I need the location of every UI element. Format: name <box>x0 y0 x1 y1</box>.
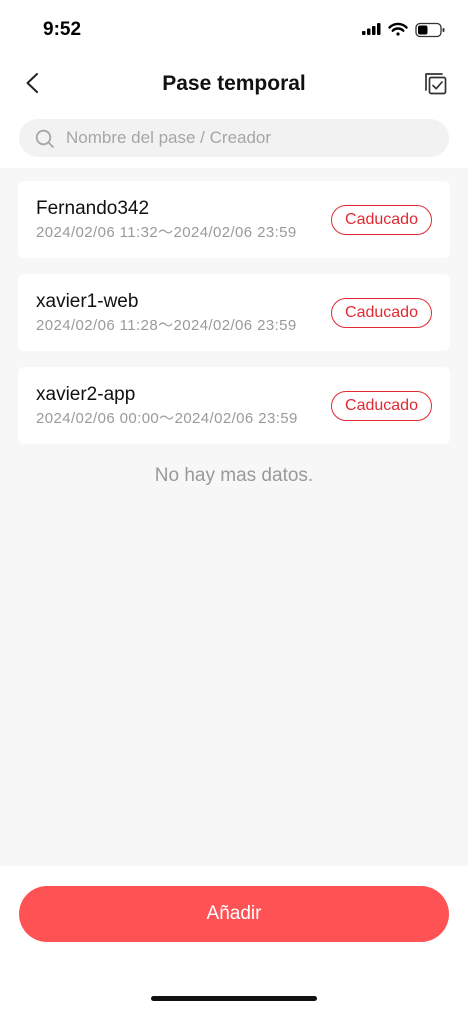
page-title: Pase temporal <box>162 72 306 95</box>
pass-card[interactable]: xavier2-app 2024/02/06 00:00～2024/02/06 … <box>18 367 450 444</box>
pass-name: xavier1-web <box>36 291 139 312</box>
pass-period: 2024/02/06 11:32～2024/02/06 23:59 <box>36 224 297 241</box>
pass-period: 2024/02/06 00:00～2024/02/06 23:59 <box>36 410 298 427</box>
home-indicator <box>151 996 317 1001</box>
status-time: 9:52 <box>43 19 82 40</box>
search-bar[interactable] <box>19 119 449 157</box>
search-input[interactable] <box>66 119 436 157</box>
status-badge: Caducado <box>331 298 432 328</box>
battery-level-fill <box>418 25 428 35</box>
list-end-message: No hay mas datos. <box>154 465 314 486</box>
pass-card[interactable]: Fernando342 2024/02/06 11:32～2024/02/06 … <box>18 181 450 258</box>
pass-card[interactable]: xavier1-web 2024/02/06 11:28～2024/02/06 … <box>18 274 450 351</box>
chevron-left-icon <box>26 73 38 93</box>
cellular-signal-icon <box>362 23 381 35</box>
pass-list: Fernando342 2024/02/06 11:32～2024/02/06 … <box>18 181 450 444</box>
header: Pase temporal <box>0 62 468 106</box>
wifi-icon <box>388 22 408 36</box>
status-badge: Caducado <box>331 391 432 421</box>
pass-period: 2024/02/06 11:28～2024/02/06 23:59 <box>36 317 297 334</box>
pass-name: xavier2-app <box>36 384 136 405</box>
status-icons <box>360 20 450 40</box>
battery-icon <box>415 22 445 38</box>
status-badge: Caducado <box>331 205 432 235</box>
multi-select-icon <box>425 73 447 95</box>
back-button[interactable] <box>20 70 46 98</box>
search-icon <box>35 129 54 148</box>
add-button[interactable]: Añadir <box>19 886 449 942</box>
pass-name: Fernando342 <box>36 198 150 219</box>
multi-select-button[interactable] <box>422 70 450 98</box>
